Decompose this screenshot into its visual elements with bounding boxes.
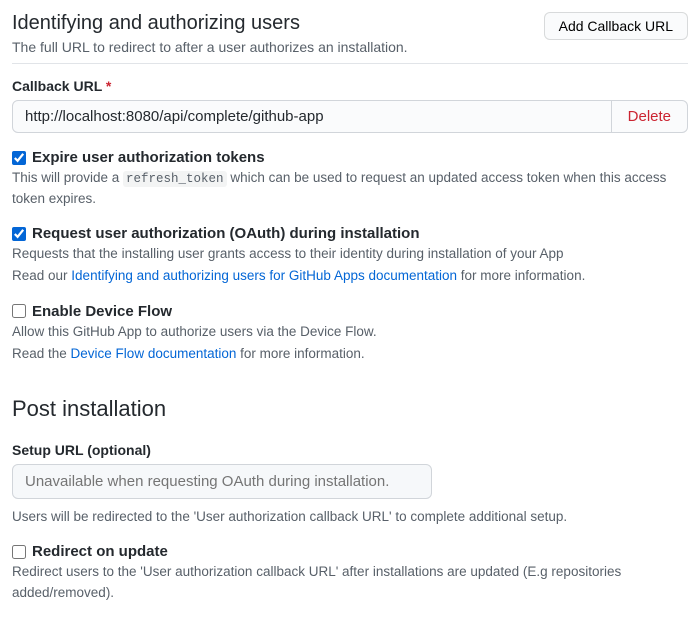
- device-flow-checkbox[interactable]: [12, 304, 26, 318]
- redirect-update-help: Redirect users to the 'User authorizatio…: [12, 562, 688, 603]
- callback-url-input[interactable]: [12, 100, 612, 133]
- setup-url-input: [12, 464, 432, 499]
- device-flow-docs-link[interactable]: Device Flow documentation: [71, 346, 237, 361]
- post-installation-title: Post installation: [12, 396, 688, 422]
- setup-url-help: Users will be redirected to the 'User au…: [12, 507, 688, 527]
- oauth-docs-link[interactable]: Identifying and authorizing users for Gi…: [71, 268, 457, 283]
- oauth-help-2: Read our Identifying and authorizing use…: [12, 266, 688, 286]
- add-callback-url-button[interactable]: Add Callback URL: [544, 12, 688, 40]
- expire-tokens-block: Expire user authorization tokens This wi…: [12, 149, 688, 209]
- oauth-request-label[interactable]: Request user authorization (OAuth) durin…: [32, 225, 420, 242]
- device-flow-help-1: Allow this GitHub App to authorize users…: [12, 322, 688, 342]
- section-identifying-header: Identifying and authorizing users The fu…: [12, 12, 688, 64]
- delete-callback-button[interactable]: Delete: [612, 100, 688, 133]
- oauth-help-1: Requests that the installing user grants…: [12, 244, 688, 264]
- device-flow-block: Enable Device Flow Allow this GitHub App…: [12, 303, 688, 365]
- redirect-update-label[interactable]: Redirect on update: [32, 543, 168, 560]
- expire-tokens-help: This will provide a refresh_token which …: [12, 168, 688, 209]
- required-indicator: *: [106, 78, 111, 94]
- expire-tokens-checkbox[interactable]: [12, 151, 26, 165]
- device-flow-help-2: Read the Device Flow documentation for m…: [12, 344, 688, 364]
- redirect-update-checkbox[interactable]: [12, 545, 26, 559]
- setup-url-label: Setup URL (optional): [12, 442, 688, 458]
- callback-url-row: Delete: [12, 100, 688, 133]
- expire-tokens-label[interactable]: Expire user authorization tokens: [32, 149, 265, 166]
- oauth-request-checkbox[interactable]: [12, 227, 26, 241]
- section-title: Identifying and authorizing users: [12, 12, 408, 35]
- device-flow-label[interactable]: Enable Device Flow: [32, 303, 172, 320]
- redirect-update-block: Redirect on update Redirect users to the…: [12, 543, 688, 603]
- callback-url-label: Callback URL *: [12, 78, 688, 94]
- section-subtitle: The full URL to redirect to after a user…: [12, 39, 408, 55]
- oauth-request-block: Request user authorization (OAuth) durin…: [12, 225, 688, 287]
